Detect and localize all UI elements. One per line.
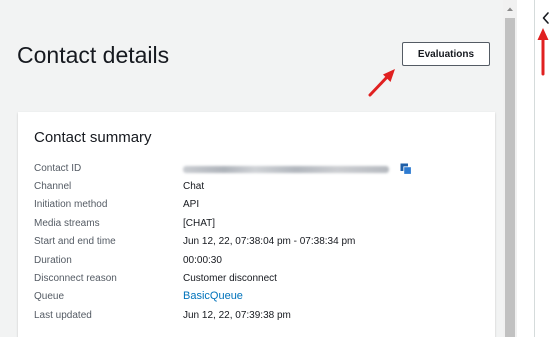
contact-id-row: Contact ID xyxy=(18,163,495,181)
row-label: Disconnect reason xyxy=(34,273,117,284)
queue-link[interactable]: BasicQueue xyxy=(183,290,243,302)
queue-row: Queue BasicQueue xyxy=(18,290,495,309)
chevron-left-icon[interactable] xyxy=(540,11,552,25)
initiation-method-row: Initiation method API xyxy=(18,199,495,217)
row-label: Channel xyxy=(34,181,72,192)
evaluations-button[interactable]: Evaluations xyxy=(402,42,490,66)
media-streams-row: Media streams [CHAT] xyxy=(18,218,495,236)
caret-up-icon[interactable] xyxy=(505,4,515,14)
contact-summary-title: Contact summary xyxy=(34,129,152,146)
row-value: Jun 12, 22, 07:38:04 pm - 07:38:34 pm xyxy=(183,236,356,247)
row-value: Chat xyxy=(183,181,205,192)
screenshot: Contact details Evaluations Contact summ… xyxy=(0,0,558,337)
row-label: Duration xyxy=(34,255,72,266)
row-label: Media streams xyxy=(34,218,100,229)
red-arrow-icon xyxy=(368,69,395,97)
disconnect-reason-row: Disconnect reason Customer disconnect xyxy=(18,273,495,291)
contact-details-page: Contact details Evaluations Contact summ… xyxy=(0,0,503,337)
start-end-time-row: Start and end time Jun 12, 22, 07:38:04 … xyxy=(18,236,495,254)
row-label: Queue xyxy=(34,291,65,302)
last-updated-row: Last updated Jun 12, 22, 07:39:38 pm xyxy=(18,310,495,328)
row-label: Last updated xyxy=(34,310,92,321)
evaluations-button-label: Evaluations xyxy=(417,48,475,60)
row-value: Customer disconnect xyxy=(183,273,277,284)
copy-icon[interactable] xyxy=(399,162,413,176)
page-title: Contact details xyxy=(17,42,170,68)
scrollbar-thumb[interactable] xyxy=(505,18,515,337)
row-value: API xyxy=(183,199,200,210)
row-label: Start and end time xyxy=(34,236,116,247)
red-arrow-icon xyxy=(537,28,549,76)
contact-summary-card: Contact summary Contact ID Channel Chat … xyxy=(18,112,495,337)
contact-id-value-redacted xyxy=(183,166,389,173)
row-value: [CHAT] xyxy=(183,218,216,229)
row-label: Initiation method xyxy=(34,199,108,210)
row-value: 00:00:30 xyxy=(183,255,222,266)
row-value: Jun 12, 22, 07:39:38 pm xyxy=(183,310,291,321)
channel-row: Channel Chat xyxy=(18,181,495,199)
row-label: Contact ID xyxy=(34,163,82,174)
duration-row: Duration 00:00:30 xyxy=(18,255,495,273)
